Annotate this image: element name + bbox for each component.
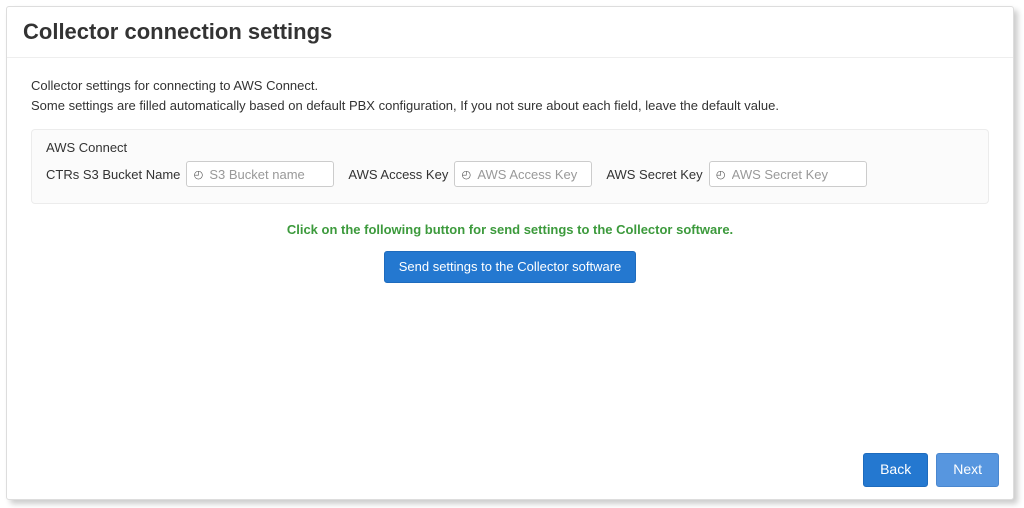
bucket-input-wrap: ◴ <box>186 161 334 187</box>
access-key-field-group: AWS Access Key ◴ <box>348 161 592 187</box>
back-button[interactable]: Back <box>863 453 928 487</box>
fieldset-title: AWS Connect <box>46 140 974 155</box>
send-hint: Click on the following button for send s… <box>31 222 989 237</box>
access-key-label: AWS Access Key <box>348 167 448 182</box>
access-key-input[interactable] <box>477 167 587 182</box>
info-icon: ◴ <box>459 167 473 181</box>
intro-line-2: Some settings are filled automatically b… <box>31 96 989 116</box>
intro-line-1: Collector settings for connecting to AWS… <box>31 76 989 96</box>
info-icon: ◴ <box>714 167 728 181</box>
secret-key-input-wrap: ◴ <box>709 161 867 187</box>
secret-key-input[interactable] <box>732 167 862 182</box>
fields-row: CTRs S3 Bucket Name ◴ AWS Access Key ◴ A… <box>46 161 974 187</box>
info-icon: ◴ <box>191 167 205 181</box>
settings-panel: Collector connection settings Collector … <box>6 6 1014 500</box>
aws-connect-fieldset: AWS Connect CTRs S3 Bucket Name ◴ AWS Ac… <box>31 129 989 204</box>
wizard-footer-buttons: Back Next <box>863 453 999 487</box>
send-settings-button[interactable]: Send settings to the Collector software <box>384 251 637 283</box>
access-key-input-wrap: ◴ <box>454 161 592 187</box>
next-button[interactable]: Next <box>936 453 999 487</box>
bucket-field-group: CTRs S3 Bucket Name ◴ <box>46 161 334 187</box>
bucket-input[interactable] <box>209 167 329 182</box>
secret-key-label: AWS Secret Key <box>606 167 702 182</box>
panel-heading: Collector connection settings <box>7 7 1013 58</box>
secret-key-field-group: AWS Secret Key ◴ <box>606 161 866 187</box>
send-button-row: Send settings to the Collector software <box>31 251 989 283</box>
bucket-label: CTRs S3 Bucket Name <box>46 167 180 182</box>
panel-body: Collector settings for connecting to AWS… <box>7 58 1013 293</box>
page-title: Collector connection settings <box>23 19 997 45</box>
